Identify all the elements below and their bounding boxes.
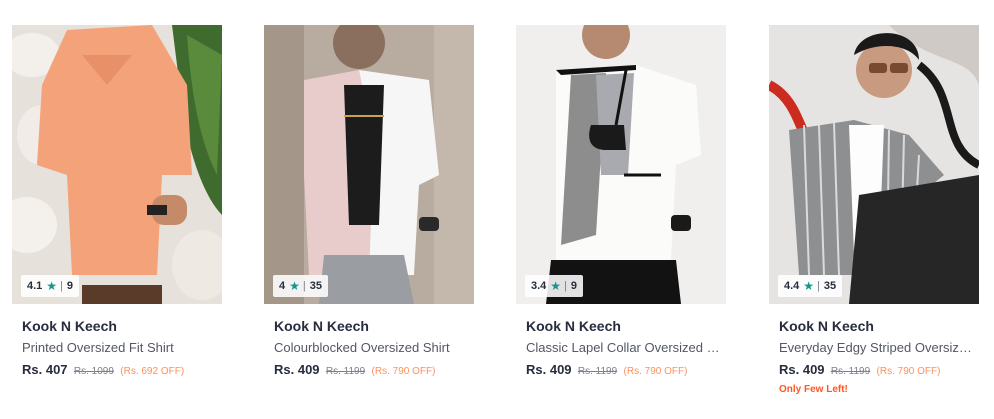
rating-value: 4.4 [784,280,800,292]
product-brand: Kook N Keech [22,318,117,334]
rating-value: 4.1 [27,280,43,292]
original-price: Rs. 1199 [325,366,366,377]
rating-count: 35 [309,280,322,292]
rating-badge: 4.4 ★ | 35 [778,275,843,297]
rating-count: 9 [66,280,74,292]
star-icon: ★ [803,279,815,293]
product-name[interactable]: Colourblocked Oversized Shirt [274,339,470,356]
star-icon: ★ [550,279,562,293]
rating-value: 4 [279,280,286,292]
product-name[interactable]: Classic Lapel Collar Oversized Shirt [526,339,722,356]
rating-value: 3.4 [531,280,547,292]
discount-label: (Rs. 790 OFF) [623,366,688,377]
product-card[interactable]: 4.4 ★ | 35 Kook N Keech Everyday Edgy St… [769,25,979,395]
product-name[interactable]: Printed Oversized Fit Shirt [22,339,218,356]
price-row: Rs. 409 Rs. 1199 (Rs. 790 OFF) [779,362,969,380]
product-image[interactable]: 3.4 ★ | 9 [516,25,726,304]
discounted-price: Rs. 409 [526,362,572,377]
discounted-price: Rs. 409 [779,362,825,377]
discount-label: (Rs. 790 OFF) [876,366,941,377]
rating-divider: | [302,280,306,292]
product-image[interactable]: 4.1 ★ | 9 [12,25,222,304]
rating-count: 35 [823,280,837,292]
discounted-price: Rs. 407 [22,362,68,377]
product-card[interactable]: 4.1 ★ | 9 Kook N Keech Printed Oversized… [12,25,222,380]
product-card[interactable]: 4 ★ | 35 Kook N Keech Colourblocked Over… [264,25,474,380]
product-brand: Kook N Keech [779,318,874,334]
star-icon: ★ [46,279,58,293]
rating-badge: 3.4 ★ | 9 [525,275,584,297]
price-row: Rs. 407 Rs. 1099 (Rs. 692 OFF) [22,362,212,380]
product-brand: Kook N Keech [526,318,621,334]
rating-badge: 4.1 ★ | 9 [21,275,80,297]
rating-divider: | [817,280,820,292]
discounted-price: Rs. 409 [274,362,320,377]
star-icon: ★ [289,279,300,293]
price-row: Rs. 409 Rs. 1199 (Rs. 790 OFF) [274,362,464,380]
product-image[interactable]: 4.4 ★ | 35 [769,25,979,304]
original-price: Rs. 1099 [73,366,114,377]
product-name[interactable]: Everyday Edgy Striped Oversized Shirt [779,339,975,356]
product-brand: Kook N Keech [274,318,369,334]
product-card[interactable]: 3.4 ★ | 9 Kook N Keech Classic Lapel Col… [516,25,726,380]
original-price: Rs. 1199 [577,366,618,377]
discount-label: (Rs. 692 OFF) [120,366,185,377]
price-row: Rs. 409 Rs. 1199 (Rs. 790 OFF) [526,362,716,380]
stock-alert: Only Few Left! [779,384,848,395]
rating-count: 9 [570,280,578,292]
product-image[interactable]: 4 ★ | 35 [264,25,474,304]
rating-divider: | [564,280,567,292]
discount-label: (Rs. 790 OFF) [371,366,436,377]
rating-divider: | [60,280,63,292]
rating-badge: 4 ★ | 35 [273,275,328,297]
original-price: Rs. 1199 [830,366,871,377]
